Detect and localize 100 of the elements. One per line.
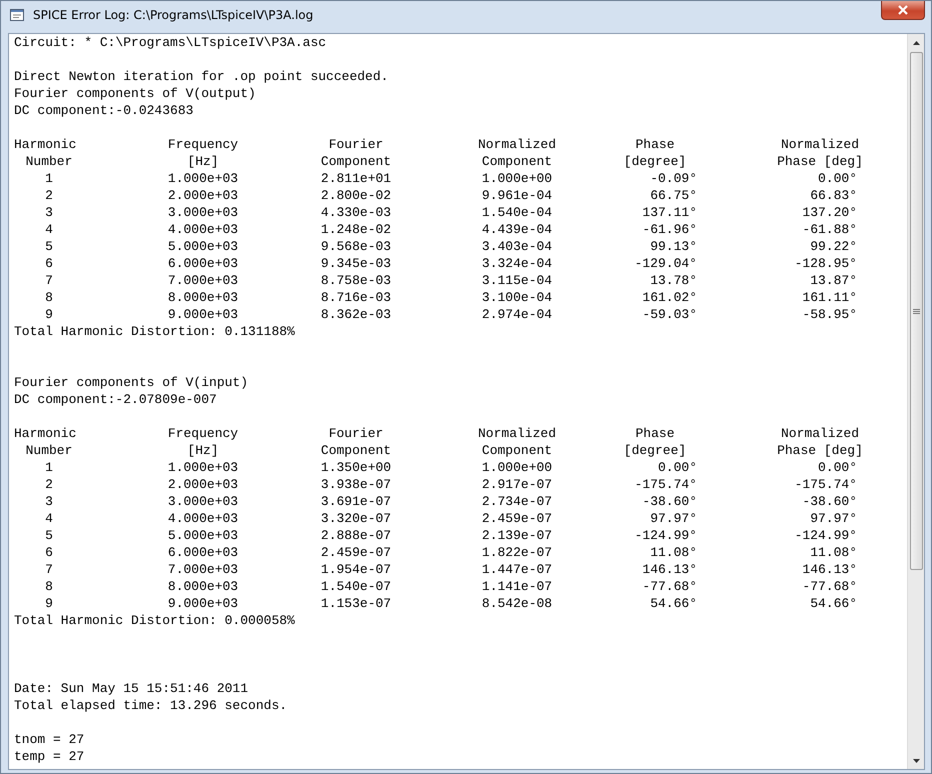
table-cell-text: 161.02° <box>641 289 698 306</box>
table-cell-text: 5 <box>44 527 54 544</box>
table-cell-text: 1.540e-04 <box>480 204 554 221</box>
table-cell-text: -61.96° <box>641 221 698 238</box>
scrollbar-thumb[interactable] <box>910 52 922 570</box>
table-cell-text: 3.115e-04 <box>480 272 554 289</box>
grip-icon <box>912 308 920 314</box>
log-window-icon <box>9 7 25 23</box>
table-cell-text: -77.68° <box>641 578 698 595</box>
table-cell-text: 9.568e-03 <box>320 238 392 255</box>
table-cell-text: -38.60° <box>641 493 698 510</box>
table-cell-text: 6.000e+03 <box>166 544 240 561</box>
table-cell-text: 4.000e+03 <box>166 510 240 527</box>
table-cell-text: 2.734e-07 <box>480 493 554 510</box>
table-cell-text: 8.758e-03 <box>320 272 392 289</box>
column-header: [Hz] <box>186 153 220 170</box>
log-line: Total elapsed time: 13.296 seconds. <box>14 698 288 713</box>
column-header: Component <box>480 442 554 459</box>
table-cell-text: 5 <box>44 238 54 255</box>
table-cell-text: 97.97° <box>809 510 858 527</box>
table-cell-text: 11.08° <box>809 544 858 561</box>
table-cell-text: 8 <box>44 289 54 306</box>
table-cell-text: 2.811e+01 <box>320 170 392 187</box>
table-cell-text: 1.141e-07 <box>480 578 554 595</box>
table-cell-text: 1.540e-07 <box>320 578 392 595</box>
table-cell-text: 13.78° <box>649 272 698 289</box>
table-cell-text: -61.88° <box>801 221 858 238</box>
table-cell-text: 9.000e+03 <box>166 595 240 612</box>
table-cell-text: 3 <box>44 493 54 510</box>
table-cell-text: 7 <box>44 272 54 289</box>
table-cell-text: 97.97° <box>649 510 698 527</box>
down-arrow-icon <box>912 758 920 762</box>
table-cell-text: -128.95° <box>794 255 858 272</box>
table-cell-text: 8.000e+03 <box>166 578 240 595</box>
table-cell-text: -175.74° <box>794 476 858 493</box>
table-cell-text: 3.100e-04 <box>480 289 554 306</box>
table-cell-text: 2.917e-07 <box>480 476 554 493</box>
window-title: SPICE Error Log: C:\Programs\LTspiceIV\P3A.log <box>33 7 314 23</box>
table-cell-text: 4.000e+03 <box>166 221 240 238</box>
table-cell-text: 5.000e+03 <box>166 238 240 255</box>
table-cell-text: 99.22° <box>809 238 858 255</box>
table-cell-text: 9 <box>44 306 54 323</box>
table-cell-text: 6.000e+03 <box>166 255 240 272</box>
log-line: Fourier components of V(input) <box>14 375 248 390</box>
table-cell-text: 11.08° <box>649 544 698 561</box>
column-header: Normalized <box>780 425 860 442</box>
table-cell-text: 2.800e-02 <box>320 187 392 204</box>
table-cell-text: 4.439e-04 <box>480 221 554 238</box>
table-cell-text: 6 <box>44 544 54 561</box>
vertical-scrollbar[interactable] <box>907 34 924 769</box>
table-cell-text: 146.13° <box>641 561 698 578</box>
log-line: Total Harmonic Distortion: 0.131188% <box>14 324 295 339</box>
table-cell-text: 137.11° <box>641 204 698 221</box>
log-line: Circuit: * C:\Programs\LTspiceIV\P3A.asc <box>14 35 326 50</box>
table-cell-text: 7.000e+03 <box>166 561 240 578</box>
table-cell-text: 2.974e-04 <box>480 306 554 323</box>
close-button[interactable] <box>881 1 925 20</box>
column-header: [degree] <box>622 153 688 170</box>
table-cell-text: 66.83° <box>809 187 858 204</box>
table-cell-text: 0.00° <box>656 459 698 476</box>
column-header: Harmonic <box>14 425 78 442</box>
table-cell-text: 1.000e+03 <box>166 170 240 187</box>
table-cell-text: 1.447e-07 <box>480 561 554 578</box>
table-cell-text: 3.403e-04 <box>480 238 554 255</box>
table-cell-text: 9.345e-03 <box>320 255 392 272</box>
table-cell-text: 2 <box>44 476 54 493</box>
table-cell-text: 2.000e+03 <box>166 187 240 204</box>
table-cell-text: 9 <box>44 595 54 612</box>
column-header: Number <box>24 442 74 459</box>
column-header: Phase <box>634 136 676 153</box>
column-header: Component <box>320 442 392 459</box>
table-cell-text: 1.000e+00 <box>480 459 554 476</box>
table-cell-text: 7 <box>44 561 54 578</box>
table-cell-text: 3.320e-07 <box>320 510 392 527</box>
column-header: Normalized <box>780 136 860 153</box>
table-cell-text: 1.822e-07 <box>480 544 554 561</box>
table-cell-text: 3.691e-07 <box>320 493 392 510</box>
column-header: Component <box>320 153 392 170</box>
table-cell-text: 9.000e+03 <box>166 306 240 323</box>
close-icon <box>897 5 909 15</box>
table-cell-text: 1.000e+00 <box>480 170 554 187</box>
table-cell-text: 8.362e-03 <box>320 306 392 323</box>
table-cell-text: 1.153e-07 <box>320 595 392 612</box>
table-cell-text: 99.13° <box>649 238 698 255</box>
table-cell-text: 5.000e+03 <box>166 527 240 544</box>
table-cell-text: 0.00° <box>816 170 858 187</box>
column-header: Frequency <box>166 425 240 442</box>
table-cell-text: 9.961e-04 <box>480 187 554 204</box>
table-cell-text: 3 <box>44 204 54 221</box>
column-header: [Hz] <box>186 442 220 459</box>
table-cell-text: 8.542e-08 <box>480 595 554 612</box>
column-header: Harmonic <box>14 136 78 153</box>
table-cell-text: 2.000e+03 <box>166 476 240 493</box>
table-cell-text: 146.13° <box>801 561 858 578</box>
table-cell-text: 13.87° <box>809 272 858 289</box>
table-cell-text: 4 <box>44 510 54 527</box>
log-line: tnom = 27 <box>14 732 84 747</box>
table-cell-text: -58.95° <box>801 306 858 323</box>
column-header: Component <box>480 153 554 170</box>
table-cell-text: -124.99° <box>634 527 698 544</box>
